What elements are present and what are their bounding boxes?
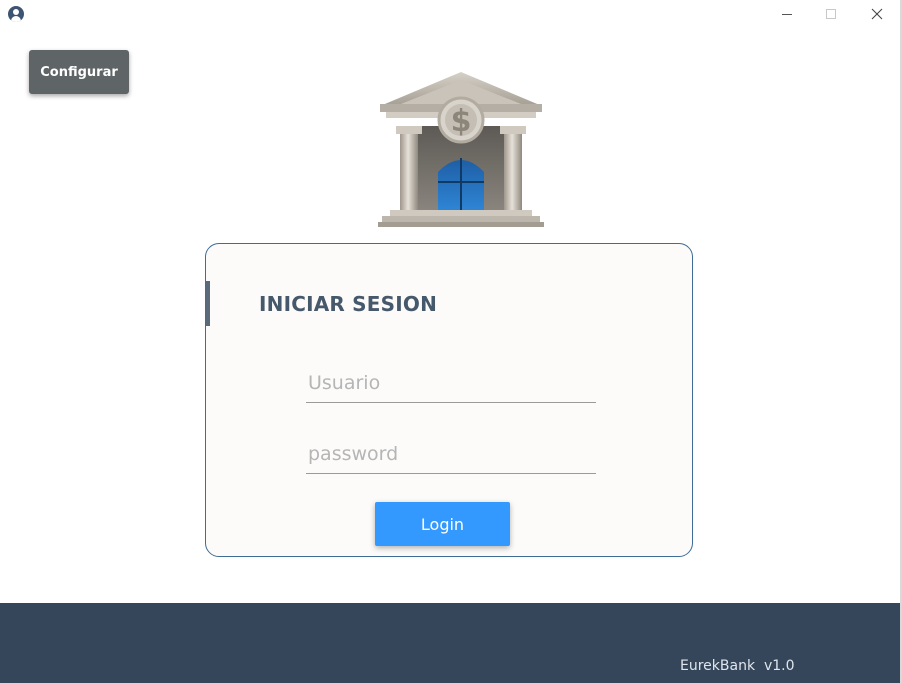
- minimize-button[interactable]: [776, 4, 798, 24]
- password-field[interactable]: [306, 434, 596, 474]
- username-input[interactable]: [306, 363, 596, 402]
- login-button[interactable]: Login: [375, 502, 510, 546]
- configurar-button[interactable]: Configurar: [29, 50, 129, 94]
- maximize-button[interactable]: [820, 4, 842, 24]
- user-circle-icon: [8, 6, 24, 22]
- password-input[interactable]: [306, 434, 596, 473]
- bank-building-icon: $: [378, 72, 544, 227]
- footer-version-text: EurekBank v1.0: [680, 658, 795, 674]
- minimize-icon: [782, 13, 792, 15]
- app-name: EurekBank: [680, 658, 756, 674]
- username-field[interactable]: [306, 363, 596, 403]
- close-button[interactable]: [866, 4, 888, 24]
- svg-text:$: $: [451, 104, 472, 139]
- maximize-icon: [826, 9, 836, 19]
- app-window: Configurar $ INICIAR SESION Usuario Logi…: [0, 0, 902, 683]
- footer-bar: EurekBank v1.0: [0, 603, 900, 683]
- title-bar: [0, 0, 900, 30]
- title-accent-bar: [206, 281, 210, 326]
- close-icon: [871, 8, 883, 20]
- login-card: INICIAR SESION Login: [205, 243, 693, 557]
- login-title: INICIAR SESION: [259, 292, 438, 316]
- app-version: v1.0: [763, 658, 795, 674]
